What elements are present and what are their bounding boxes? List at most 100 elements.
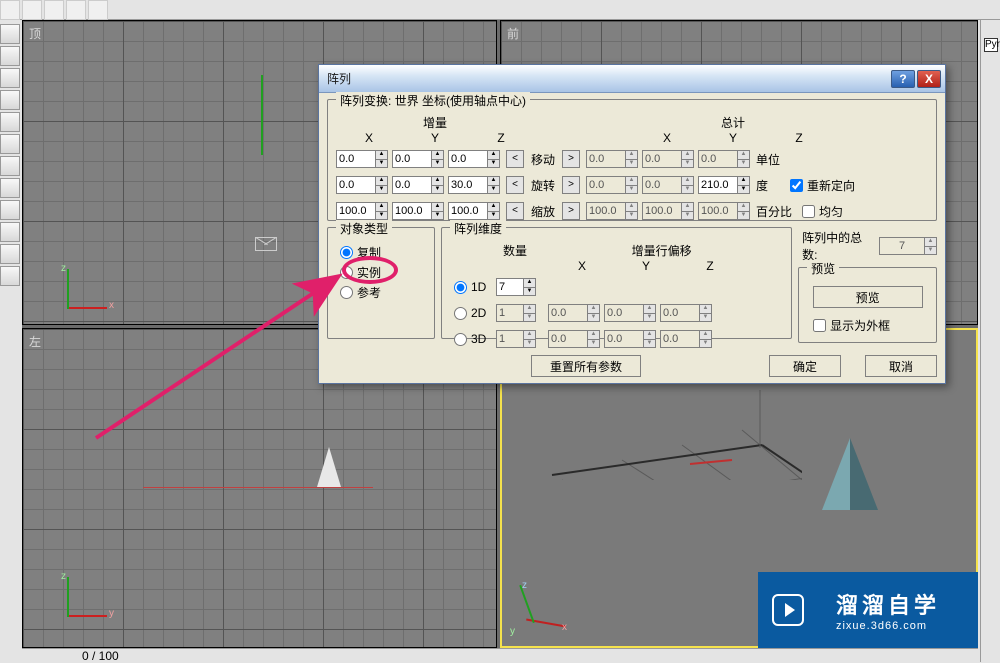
tool-icon[interactable] — [0, 90, 20, 110]
legend-preview: 预览 — [807, 260, 839, 277]
object-type-hint: Pyr — [984, 38, 998, 52]
move-tot-y: ▲▼ — [642, 150, 694, 168]
radio-copy[interactable]: 复制 — [336, 242, 426, 262]
axis-header-z2: Z — [766, 131, 832, 145]
toolbar-icon[interactable] — [88, 0, 108, 20]
tool-icon[interactable] — [0, 178, 20, 198]
axis-gizmo: x z — [49, 267, 109, 327]
axis-header-y2: Y — [700, 131, 766, 145]
toolbar-icon[interactable] — [66, 0, 86, 20]
label-rotate: 旋转 — [524, 177, 562, 194]
rotate-inc-z[interactable]: ▲▼ — [448, 176, 500, 194]
left-toolbar — [0, 20, 22, 662]
label-move: 移动 — [524, 151, 562, 168]
group-object-type: 对象类型 复制 实例 参考 — [327, 227, 435, 339]
count-1d[interactable]: ▲▼ — [496, 278, 536, 296]
arrow-right-rotate[interactable]: > — [562, 176, 580, 194]
radio-instance[interactable]: 实例 — [336, 262, 426, 282]
tool-icon[interactable] — [0, 266, 20, 286]
checkbox-display-wire[interactable]: 显示为外框 — [807, 316, 928, 334]
ok-button[interactable]: 确定 — [769, 355, 841, 377]
toolbar-icon[interactable] — [22, 0, 42, 20]
radio-1d[interactable]: 1D — [450, 277, 496, 297]
label-scale: 缩放 — [524, 203, 562, 220]
count-2d: ▲▼ — [496, 304, 536, 322]
total-count: ▲▼ — [879, 237, 937, 255]
scale-tot-y: ▲▼ — [642, 202, 694, 220]
move-tot-z: ▲▼ — [698, 150, 750, 168]
legend-array-transform: 阵列变换: 世界 坐标(使用轴点中心) — [336, 92, 530, 109]
move-inc-z[interactable]: ▲▼ — [448, 150, 500, 168]
viewport-label: 左 — [29, 333, 41, 350]
axis-header-y: Y — [402, 131, 468, 145]
label-incremental: 增量 — [336, 114, 534, 131]
play-icon — [772, 594, 804, 626]
toolbar-icon[interactable] — [44, 0, 64, 20]
tool-icon[interactable] — [0, 24, 20, 44]
toolbar-icon[interactable] — [0, 0, 20, 20]
scale-tot-x: ▲▼ — [586, 202, 638, 220]
label-degrees: 度 — [756, 177, 768, 194]
dim2-x: ▲▼ — [548, 304, 600, 322]
tool-icon[interactable] — [0, 46, 20, 66]
group-preview: 预览 预览 显示为外框 — [798, 267, 937, 343]
viewport-label: 前 — [507, 25, 519, 42]
arrow-left-rotate[interactable]: < — [506, 176, 524, 194]
tool-icon[interactable] — [0, 222, 20, 242]
tool-icon[interactable] — [0, 68, 20, 88]
rotate-tot-x: ▲▼ — [586, 176, 638, 194]
arrow-right-scale[interactable]: > — [562, 202, 580, 220]
tool-icon[interactable] — [0, 244, 20, 264]
envelope-icon — [255, 237, 277, 251]
axis-indicator — [261, 75, 263, 155]
row-2d: 2D ▲▼ ▲▼ ▲▼ ▲▼ — [450, 301, 783, 325]
axis-gizmo: y z — [49, 575, 109, 635]
rotate-inc-x[interactable]: ▲▼ — [336, 176, 388, 194]
scale-inc-z[interactable]: ▲▼ — [448, 202, 500, 220]
move-inc-x[interactable]: ▲▼ — [336, 150, 388, 168]
tool-icon[interactable] — [0, 156, 20, 176]
reset-button[interactable]: 重置所有参数 — [531, 355, 641, 377]
preview-button[interactable]: 预览 — [813, 286, 923, 308]
axis-header-z: Z — [468, 131, 534, 145]
tool-icon[interactable] — [0, 112, 20, 132]
cancel-button[interactable]: 取消 — [865, 355, 937, 377]
arrow-left-scale[interactable]: < — [506, 202, 524, 220]
dialog-title: 阵列 — [327, 70, 889, 87]
arrow-right-move[interactable]: > — [562, 150, 580, 168]
row-rotate: ▲▼ ▲▼ ▲▼ < 旋转 > ▲▼ ▲▼ ▲▼ 度 重新定向 — [336, 173, 928, 197]
radio-2d[interactable]: 2D — [450, 303, 496, 323]
help-button[interactable]: ? — [891, 70, 915, 88]
arrow-left-move[interactable]: < — [506, 150, 524, 168]
dim3-x: ▲▼ — [548, 330, 600, 348]
scale-inc-y[interactable]: ▲▼ — [392, 202, 444, 220]
label-total: 总计 — [634, 114, 832, 131]
label-row-offset: 增量行偏移 — [540, 242, 783, 259]
checkbox-uniform[interactable]: 均匀 — [802, 202, 843, 220]
label-percent: 百分比 — [756, 203, 792, 220]
rotate-tot-z[interactable]: ▲▼ — [698, 176, 750, 194]
close-button[interactable]: X — [917, 70, 941, 88]
scale-tot-z: ▲▼ — [698, 202, 750, 220]
dim3-y: ▲▼ — [604, 330, 656, 348]
move-inc-y[interactable]: ▲▼ — [392, 150, 444, 168]
dialog-titlebar[interactable]: 阵列 ? X — [319, 65, 945, 93]
tool-icon[interactable] — [0, 200, 20, 220]
dim2-z: ▲▼ — [660, 304, 712, 322]
scale-inc-x[interactable]: ▲▼ — [336, 202, 388, 220]
radio-reference[interactable]: 参考 — [336, 282, 426, 302]
axis-header-x2: X — [634, 131, 700, 145]
tool-icon[interactable] — [0, 134, 20, 154]
dim2-y: ▲▼ — [604, 304, 656, 322]
viewport-label: 顶 — [29, 25, 41, 42]
rotate-inc-y[interactable]: ▲▼ — [392, 176, 444, 194]
group-array-dimensions: 阵列维度 数量 增量行偏移 X Y Z 1D ▲▼ 2D — [441, 227, 792, 339]
axis-header-x: X — [336, 131, 402, 145]
legend-array-dimensions: 阵列维度 — [450, 220, 506, 237]
rotate-tot-y: ▲▼ — [642, 176, 694, 194]
row-3d: 3D ▲▼ ▲▼ ▲▼ ▲▼ — [450, 327, 783, 351]
statusbar: 0 / 100 — [22, 648, 978, 662]
checkbox-reorient[interactable]: 重新定向 — [790, 176, 855, 194]
radio-3d[interactable]: 3D — [450, 329, 496, 349]
top-toolbar — [0, 0, 1000, 20]
